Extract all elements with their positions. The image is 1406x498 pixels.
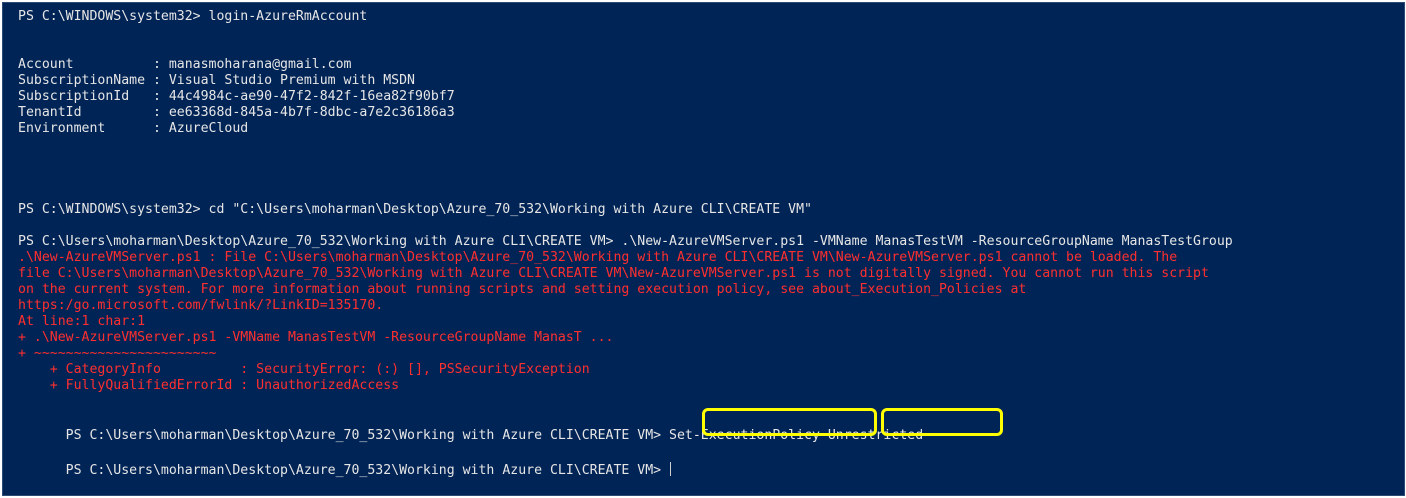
current-prompt-line[interactable]: PS C:\Users\moharman\Desktop\Azure_70_53… (18, 446, 672, 478)
error-line: https:/go.microsoft.com/fwlink/?LinkID=1… (18, 298, 384, 313)
prompt-text: PS C:\Users\moharman\Desktop\Azure_70_53… (65, 463, 670, 478)
error-line: on the current system. For more informat… (18, 282, 1027, 297)
console-line: Environment : AzureCloud (18, 121, 249, 136)
console-line: SubscriptionName : Visual Studio Premium… (18, 73, 415, 88)
error-line: + CategoryInfo : SecurityError: (:) [], … (18, 362, 590, 377)
console-line: PS C:\WINDOWS\system32> login-AzureRmAcc… (18, 9, 368, 24)
console-line: PS C:\WINDOWS\system32> cd "C:\Users\moh… (18, 202, 812, 217)
error-line: + FullyQualifiedErrorId : UnauthorizedAc… (18, 378, 400, 393)
error-line: file C:\Users\moharman\Desktop\Azure_70_… (18, 266, 1209, 281)
text-cursor (670, 462, 672, 476)
console-line: TenantId : ee63368d-845a-4b7f-8dbc-a7e2c… (18, 105, 455, 120)
argument-highlight-outline (881, 408, 1003, 436)
console-line: SubscriptionId : 44c4984c-ae90-47f2-842f… (18, 89, 455, 104)
powershell-console[interactable]: PS C:\WINDOWS\system32> login-AzureRmAcc… (2, 2, 1405, 496)
powershell-window: PS C:\WINDOWS\system32> login-AzureRmAcc… (0, 0, 1406, 498)
console-line: Account : manasmoharana@gmail.com (18, 57, 352, 72)
console-line: PS C:\Users\moharman\Desktop\Azure_70_53… (18, 234, 1233, 249)
error-line: + ~~~~~~~~~~~~~~~~~~~~~~~ (18, 346, 217, 361)
command-highlight-outline (702, 408, 877, 436)
error-line: + .\New-AzureVMServer.ps1 -VMName ManasT… (18, 330, 614, 345)
error-line: .\New-AzureVMServer.ps1 : File C:\Users\… (18, 250, 1178, 265)
error-line: At line:1 char:1 (18, 314, 146, 329)
prompt-text: PS C:\Users\moharman\Desktop\Azure_70_53… (65, 428, 670, 443)
